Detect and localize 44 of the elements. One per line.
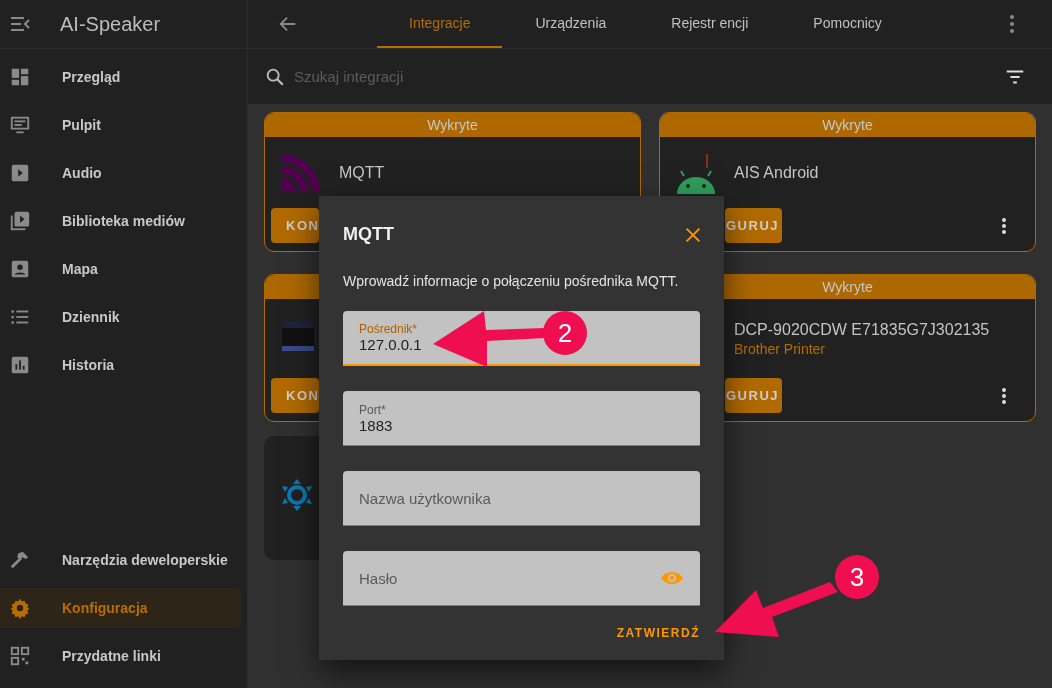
tab[interactable]: Urządzenia [503, 0, 639, 48]
submit-button[interactable]: ZATWIERDŹ [616, 620, 700, 646]
chart-icon [9, 354, 31, 376]
tab[interactable]: Rejestr encji [639, 0, 781, 48]
media-library-icon [9, 210, 31, 232]
annotation-badge: 3 [835, 555, 879, 599]
field-label: Port* [359, 402, 386, 417]
integration-name: MQTT [339, 163, 385, 182]
signal-waves-icon [280, 151, 322, 194]
more-icon[interactable] [1001, 386, 1007, 405]
person-icon [9, 258, 31, 280]
sidebar-item[interactable]: Przydatne linki [0, 636, 241, 676]
sidebar-item[interactable]: Dziennik [0, 297, 241, 337]
card-header: Wykryte [265, 113, 640, 137]
dialog-title: MQTT [343, 224, 394, 245]
hammer-icon [9, 549, 31, 571]
text-field[interactable]: Nazwa użytkownika [343, 471, 700, 526]
input-field[interactable]: Hasło [359, 569, 660, 587]
android-icon [675, 151, 717, 194]
tab[interactable]: Pomocnicy [781, 0, 914, 48]
text-field[interactable]: Hasło [343, 551, 700, 606]
app-title: AI-Speaker [60, 12, 161, 36]
dashboard-icon [9, 66, 31, 88]
sidebar-item[interactable]: Pulpit [0, 105, 241, 145]
sidebar-item[interactable]: Historia [0, 345, 241, 385]
integration-subtitle: Brother Printer [734, 340, 827, 357]
sidebar-item[interactable]: Przegląd [0, 57, 241, 97]
sidebar-item[interactable]: Konfiguracja [0, 588, 241, 628]
integration-name: AIS Android [734, 163, 819, 182]
card-header: Wykryte [660, 113, 1035, 137]
sidebar-item[interactable]: Biblioteka mediów [0, 201, 241, 241]
sidebar-item[interactable]: Mapa [0, 249, 241, 289]
sidebar-item[interactable]: Narzędzia deweloperskie [0, 540, 241, 580]
input-field[interactable]: Nazwa użytkownika [359, 489, 684, 507]
qr-code-icon [9, 645, 31, 667]
input-field[interactable]: 1883 [359, 416, 684, 434]
integration-name: DCP-9020CDW E71835G7J302135 [734, 320, 990, 339]
monitor-icon [9, 114, 31, 136]
play-icon [9, 162, 31, 184]
more-icon[interactable] [1001, 216, 1007, 235]
text-field[interactable]: Port* 1883 [343, 391, 700, 446]
field-label: Pośrednik* [359, 322, 418, 336]
sidebar-item[interactable]: Audio [0, 153, 241, 193]
settings-icon [9, 597, 31, 619]
